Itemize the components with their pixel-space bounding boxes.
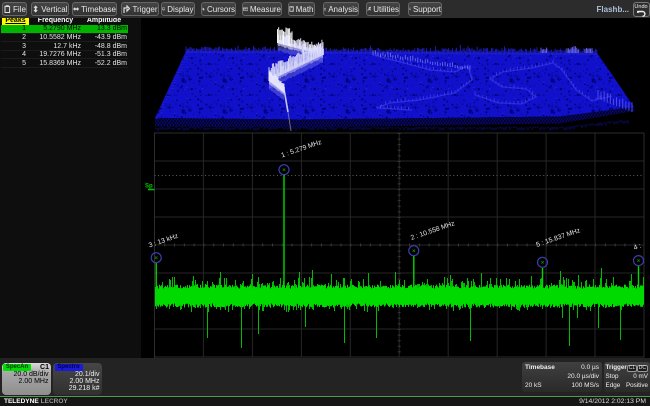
svg-text:Sp: Sp <box>145 184 153 190</box>
svg-text:4 :: 4 : <box>633 243 643 252</box>
svg-text:3 : 13 kHz: 3 : 13 kHz <box>148 233 180 250</box>
svg-text:5 : 15.837 MHz: 5 : 15.837 MHz <box>535 227 581 249</box>
svg-text:2 : 10.558 MHz: 2 : 10.558 MHz <box>410 220 456 242</box>
